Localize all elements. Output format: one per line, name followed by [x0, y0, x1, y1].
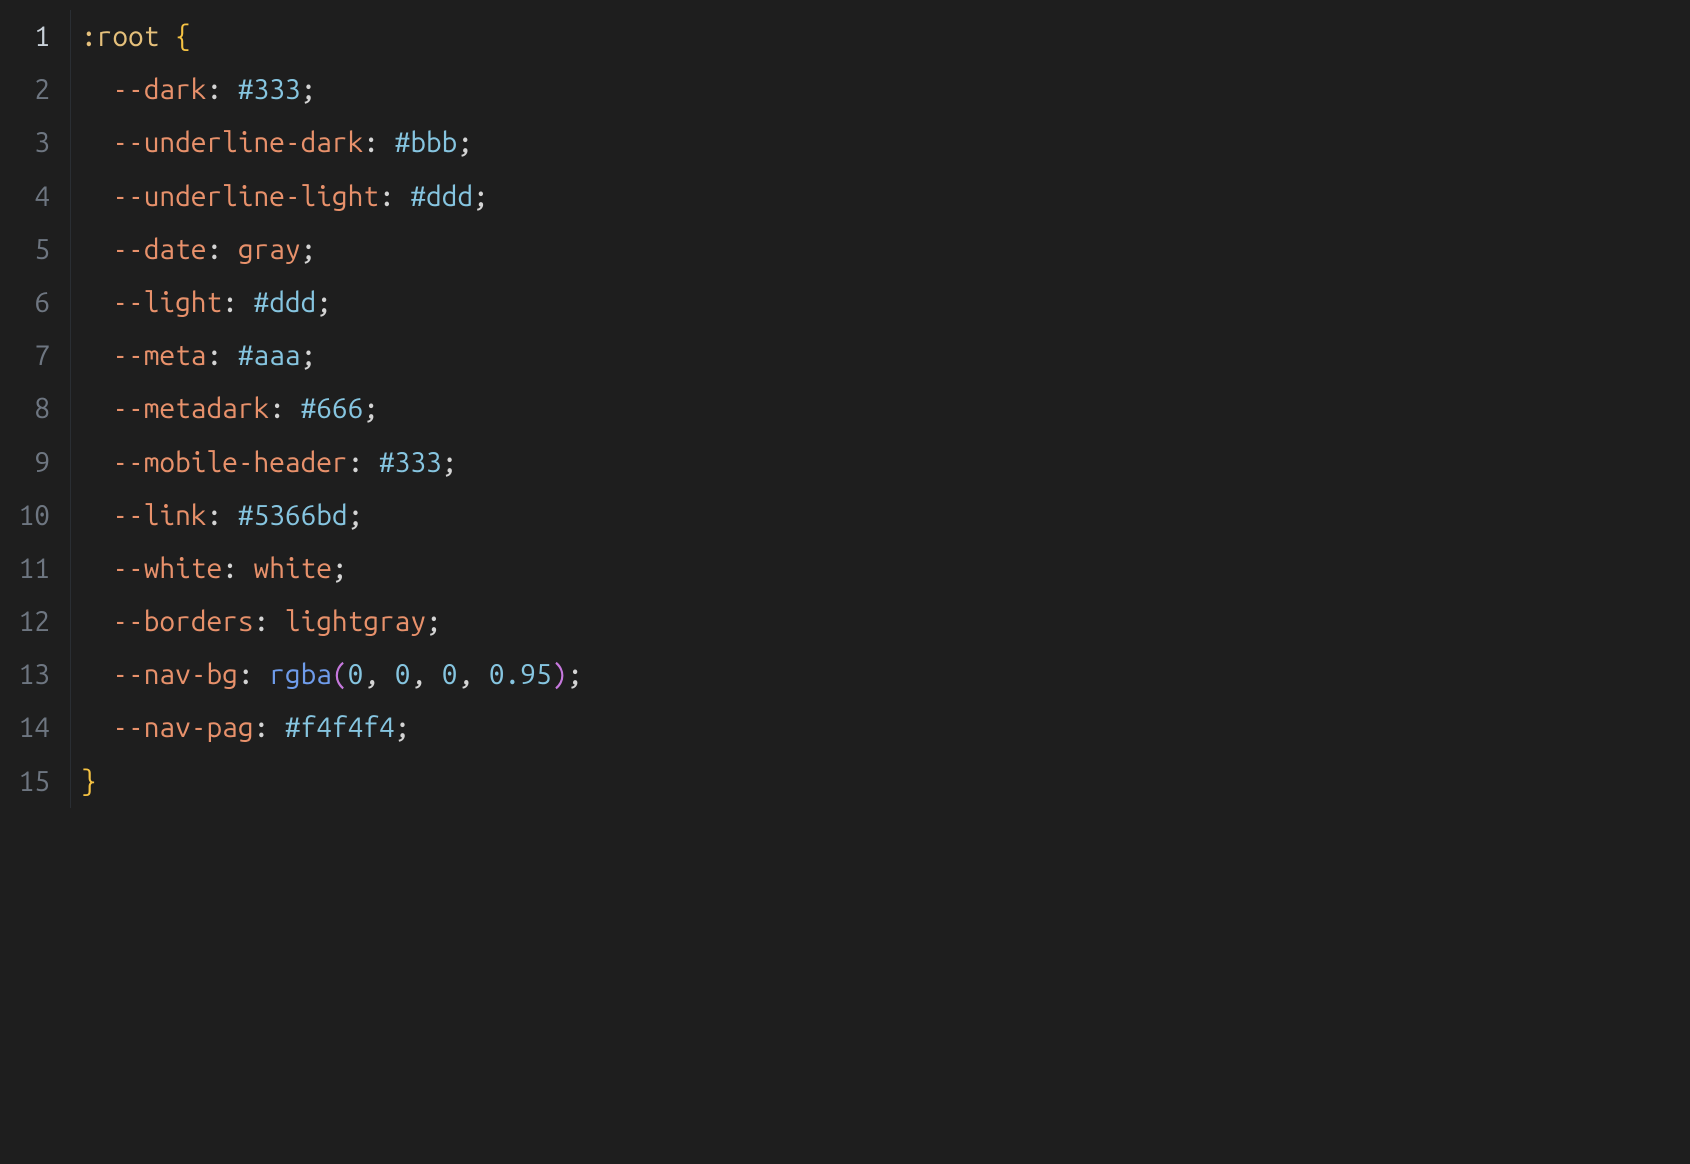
css-hex-value: #ddd	[254, 287, 317, 318]
css-selector: :root	[81, 21, 159, 52]
close-brace: }	[81, 766, 97, 797]
comma: ,	[363, 659, 379, 690]
semicolon: ;	[473, 181, 489, 212]
colon: :	[206, 74, 222, 105]
semicolon: ;	[395, 712, 411, 743]
css-hex-value: #333	[238, 74, 301, 105]
close-paren: )	[552, 659, 568, 690]
code-line[interactable]: --light: #ddd;	[81, 276, 1690, 329]
code-line[interactable]: --link: #5366bd;	[81, 489, 1690, 542]
code-line[interactable]: --dark: #333;	[81, 63, 1690, 116]
semicolon: ;	[442, 447, 458, 478]
line-number: 9	[0, 436, 50, 489]
semicolon: ;	[348, 500, 364, 531]
css-hex-value: #333	[379, 447, 442, 478]
semicolon: ;	[301, 234, 317, 265]
line-number: 5	[0, 223, 50, 276]
css-property: --borders	[112, 606, 253, 637]
semicolon: ;	[426, 606, 442, 637]
css-hex-value: #aaa	[238, 340, 301, 371]
line-number: 8	[0, 382, 50, 435]
css-property: --date	[112, 234, 206, 265]
code-line[interactable]: --meta: #aaa;	[81, 329, 1690, 382]
line-number: 11	[0, 542, 50, 595]
css-property: --mobile-header	[112, 447, 347, 478]
css-hex-value: #666	[301, 393, 364, 424]
semicolon: ;	[301, 74, 317, 105]
comma: ,	[457, 659, 473, 690]
semicolon: ;	[332, 553, 348, 584]
colon: :	[206, 500, 222, 531]
line-number: 1	[0, 10, 50, 63]
line-number: 15	[0, 755, 50, 808]
colon: :	[254, 606, 270, 637]
css-hex-value: #ddd	[410, 181, 473, 212]
css-property: --white	[112, 553, 222, 584]
code-line[interactable]: --underline-light: #ddd;	[81, 170, 1690, 223]
code-line[interactable]: --metadark: #666;	[81, 382, 1690, 435]
css-property: --link	[112, 500, 206, 531]
line-number: 6	[0, 276, 50, 329]
css-property: --dark	[112, 74, 206, 105]
comma: ,	[410, 659, 426, 690]
colon: :	[222, 287, 238, 318]
css-ident-value: white	[254, 553, 332, 584]
colon: :	[222, 553, 238, 584]
css-property: --underline-dark	[112, 127, 363, 158]
css-hex-value: #bbb	[395, 127, 458, 158]
css-property: --meta	[112, 340, 206, 371]
line-number: 14	[0, 701, 50, 754]
code-line[interactable]: --underline-dark: #bbb;	[81, 116, 1690, 169]
css-property: --nav-bg	[112, 659, 237, 690]
css-ident-value: lightgray	[285, 606, 426, 637]
code-line[interactable]: --white: white;	[81, 542, 1690, 595]
open-brace: {	[175, 21, 191, 52]
semicolon: ;	[301, 340, 317, 371]
colon: :	[206, 340, 222, 371]
colon: :	[363, 127, 379, 158]
code-line[interactable]: :root {	[81, 10, 1690, 63]
code-line[interactable]: --date: gray;	[81, 223, 1690, 276]
colon: :	[269, 393, 285, 424]
colon: :	[206, 234, 222, 265]
css-function: rgba	[269, 659, 332, 690]
semicolon: ;	[363, 393, 379, 424]
css-property: --light	[112, 287, 222, 318]
colon: :	[348, 447, 364, 478]
semicolon: ;	[457, 127, 473, 158]
code-line[interactable]: }	[81, 755, 1690, 808]
line-number: 4	[0, 170, 50, 223]
css-number: 0	[442, 659, 458, 690]
css-property: --nav-pag	[112, 712, 253, 743]
code-content[interactable]: :root { --dark: #333; --underline-dark: …	[70, 10, 1690, 808]
line-number: 2	[0, 63, 50, 116]
css-number: 0	[348, 659, 364, 690]
line-number: 12	[0, 595, 50, 648]
line-number: 3	[0, 116, 50, 169]
line-number: 10	[0, 489, 50, 542]
code-line[interactable]: --borders: lightgray;	[81, 595, 1690, 648]
line-number: 13	[0, 648, 50, 701]
code-line[interactable]: --nav-bg: rgba(0, 0, 0, 0.95);	[81, 648, 1690, 701]
semicolon: ;	[567, 659, 583, 690]
colon: :	[379, 181, 395, 212]
css-number: 0	[395, 659, 411, 690]
css-ident-value: gray	[238, 234, 301, 265]
css-hex-value: #f4f4f4	[285, 712, 395, 743]
css-hex-value: #5366bd	[238, 500, 348, 531]
code-line[interactable]: --mobile-header: #333;	[81, 436, 1690, 489]
line-number: 7	[0, 329, 50, 382]
open-paren: (	[332, 659, 348, 690]
colon: :	[254, 712, 270, 743]
line-number-gutter: 1 2 3 4 5 6 7 8 9 10 11 12 13 14 15	[0, 10, 70, 808]
css-property: --metadark	[112, 393, 269, 424]
css-property: --underline-light	[112, 181, 379, 212]
colon: :	[238, 659, 254, 690]
semicolon: ;	[316, 287, 332, 318]
code-line[interactable]: --nav-pag: #f4f4f4;	[81, 701, 1690, 754]
code-editor[interactable]: 1 2 3 4 5 6 7 8 9 10 11 12 13 14 15 :roo…	[0, 10, 1690, 808]
css-number: 0.95	[489, 659, 552, 690]
